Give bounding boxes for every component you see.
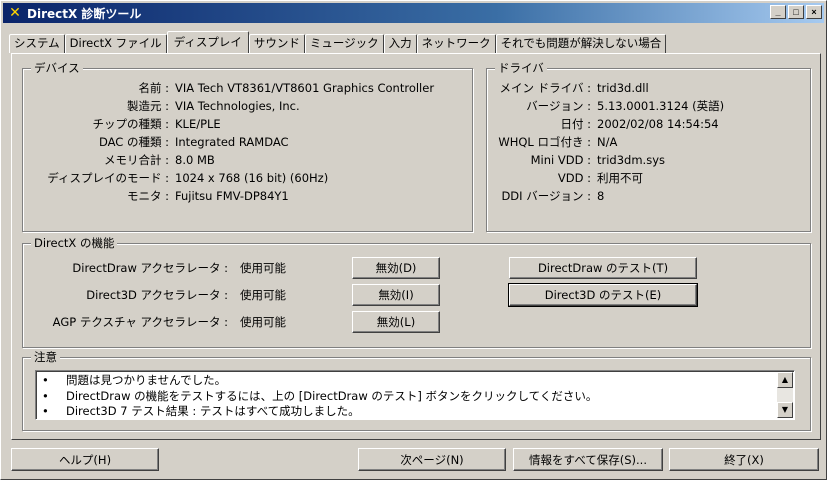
- device-manufacturer-value: VIA Technologies, Inc.: [175, 99, 300, 113]
- note-text: DirectDraw の機能をテストするには、上の [DirectDraw のテ…: [66, 388, 598, 403]
- agp-row: AGP テクスチャ アクセラレータ :: [23, 315, 228, 329]
- driver-vdd-value: 利用不可: [597, 171, 643, 185]
- driver-whql-label: WHQL ロゴ付き :: [498, 135, 591, 149]
- note-item: • Direct3D 7 テスト結果 : テストはすべて成功しました。: [40, 404, 774, 420]
- note-text: Direct3D 7 テスト結果 : テストはすべて成功しました。: [66, 404, 360, 418]
- ddraw-disable-button[interactable]: 無効(D): [352, 257, 440, 279]
- tab-sound[interactable]: サウンド: [248, 34, 305, 53]
- device-mode-value: 1024 x 768 (16 bit) (60Hz): [175, 171, 329, 185]
- notes-list: • 問題は見つかりませんでした。 • DirectDraw の機能をテストするに…: [40, 373, 774, 420]
- driver-whql-value: N/A: [597, 135, 618, 149]
- bullet-icon: •: [42, 388, 49, 403]
- notes-group-title: 注意: [31, 350, 60, 364]
- driver-main-value: trid3d.dll: [597, 81, 649, 95]
- maximize-button[interactable]: □: [788, 5, 804, 19]
- display-tab-panel: デバイス 名前 : VIA Tech VT8361/VT8601 Graphic…: [11, 53, 821, 440]
- d3d-disable-button[interactable]: 無効(I): [352, 284, 440, 306]
- note-item: • DirectDraw の機能をテストするには、上の [DirectDraw …: [40, 389, 774, 405]
- device-group: デバイス 名前 : VIA Tech VT8361/VT8601 Graphic…: [22, 61, 473, 232]
- driver-ddi-value: 8: [597, 189, 605, 203]
- tab-more-help[interactable]: それでも問題が解決しない場合: [495, 34, 667, 53]
- driver-minivdd-value: trid3dm.sys: [597, 153, 665, 167]
- save-all-button[interactable]: 情報をすべて保存(S)...: [513, 448, 663, 471]
- d3d-status: 使用可能: [240, 288, 286, 302]
- directx-icon: ✕: [9, 5, 21, 21]
- bullet-icon: •: [42, 404, 49, 418]
- driver-vdd-label: VDD :: [557, 171, 591, 185]
- device-memory-value: 8.0 MB: [175, 153, 215, 167]
- driver-version-label: バージョン :: [526, 99, 591, 113]
- device-monitor-value: Fujitsu FMV-DP84Y1: [175, 189, 289, 203]
- device-group-title: デバイス: [31, 61, 83, 75]
- driver-version-value: 5.13.0001.3124 (英語): [597, 99, 725, 113]
- d3d-row: Direct3D アクセラレータ :: [23, 288, 228, 302]
- agp-label: AGP テクスチャ アクセラレータ :: [52, 315, 228, 329]
- note-item: • 問題は見つかりませんでした。: [40, 373, 774, 389]
- tab-display[interactable]: ディスプレイ: [166, 31, 249, 53]
- device-manufacturer-label: 製造元 :: [126, 99, 169, 113]
- scroll-up-icon[interactable]: ▲: [777, 372, 793, 388]
- bullet-icon: •: [42, 373, 49, 387]
- tab-input[interactable]: 入力: [383, 34, 417, 53]
- notes-scrollbar[interactable]: ▲ ▼: [777, 372, 793, 418]
- ddraw-test-button[interactable]: DirectDraw のテスト(T): [509, 257, 697, 279]
- directx-features-group: DirectX の機能 DirectDraw アクセラレータ : 使用可能 無効…: [22, 236, 811, 348]
- close-button[interactable]: ×: [806, 5, 822, 19]
- tab-strip: システム DirectX ファイル ディスプレイ サウンド ミュージック 入力 …: [9, 31, 667, 53]
- dxdiag-window: ✕ DirectX 診断ツール _ □ × システム DirectX ファイル …: [0, 0, 827, 480]
- help-button[interactable]: ヘルプ(H): [11, 448, 159, 471]
- window-title: DirectX 診断ツール: [27, 6, 142, 21]
- ddraw-row: DirectDraw アクセラレータ :: [23, 261, 228, 275]
- ddraw-status: 使用可能: [240, 261, 286, 275]
- device-memory-label: メモリ合計 :: [103, 153, 169, 167]
- d3d-label: Direct3D アクセラレータ :: [86, 288, 228, 302]
- tab-music[interactable]: ミュージック: [304, 34, 384, 53]
- device-mode-label: ディスプレイのモード :: [47, 171, 169, 185]
- minimize-button[interactable]: _: [770, 5, 786, 19]
- features-group-title: DirectX の機能: [31, 236, 118, 250]
- d3d-test-button[interactable]: Direct3D のテスト(E): [508, 283, 698, 307]
- driver-group: ドライバ メイン ドライバ : trid3d.dll バージョン : 5.13.…: [486, 61, 811, 232]
- device-dac-label: DAC の種類 :: [98, 135, 169, 149]
- device-name-value: VIA Tech VT8361/VT8601 Graphics Controll…: [175, 81, 435, 95]
- agp-disable-button[interactable]: 無効(L): [352, 311, 440, 333]
- tab-directx-files[interactable]: DirectX ファイル: [64, 34, 167, 53]
- exit-button[interactable]: 終了(X): [669, 448, 819, 471]
- notes-textbox[interactable]: • 問題は見つかりませんでした。 • DirectDraw の機能をテストするに…: [35, 370, 795, 420]
- agp-status: 使用可能: [240, 315, 286, 329]
- scroll-down-icon[interactable]: ▼: [777, 402, 793, 418]
- device-monitor-label: モニタ :: [126, 189, 169, 203]
- next-page-button[interactable]: 次ページ(N): [358, 448, 506, 471]
- note-text: 問題は見つかりませんでした。: [66, 373, 227, 387]
- device-chip-value: KLE/PLE: [175, 117, 221, 131]
- device-dac-value: Integrated RAMDAC: [175, 135, 289, 149]
- tab-network[interactable]: ネットワーク: [416, 34, 496, 53]
- driver-group-title: ドライバ: [495, 61, 547, 75]
- tab-system[interactable]: システム: [9, 34, 65, 53]
- ddraw-label: DirectDraw アクセラレータ :: [72, 261, 228, 275]
- title-bar[interactable]: ✕ DirectX 診断ツール _ □ ×: [3, 3, 824, 23]
- driver-ddi-label: DDI バージョン :: [501, 189, 591, 203]
- device-chip-label: チップの種類 :: [92, 117, 169, 131]
- driver-main-label: メイン ドライバ :: [499, 81, 591, 95]
- driver-minivdd-label: Mini VDD :: [530, 153, 591, 167]
- driver-date-value: 2002/02/08 14:54:54: [597, 117, 719, 131]
- device-name-label: 名前 :: [138, 81, 169, 95]
- notes-group: 注意 • 問題は見つかりませんでした。 • DirectDraw の機能をテスト…: [22, 350, 811, 431]
- driver-date-label: 日付 :: [560, 117, 591, 131]
